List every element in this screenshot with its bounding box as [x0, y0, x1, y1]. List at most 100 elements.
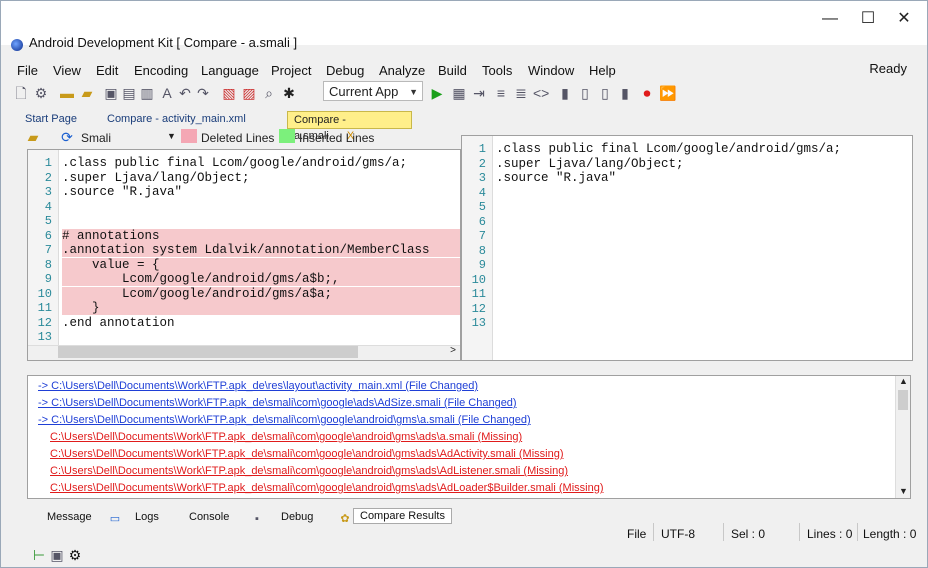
result-line[interactable]: C:\Users\Dell\Documents\Work\FTP.apk_de\…	[50, 448, 564, 460]
left-code-editor[interactable]: 1 2 3 4 5 6 7 8 9 10 11 12 13 .class public final Lc…	[27, 149, 461, 361]
right-code-editor[interactable]: 1 2 3 4 5 6 7 8 9 10 11 12 13 .class public final Lc…	[461, 135, 913, 361]
line-number: 13	[471, 316, 486, 330]
menu-view[interactable]: View	[53, 63, 81, 78]
code-line: Lcom/google/android/gms/a$b;,	[62, 272, 460, 286]
line-number: 13	[37, 330, 52, 344]
line-number: 12	[471, 301, 486, 316]
new-project-icon[interactable]: ⚙	[33, 85, 49, 101]
window-icon[interactable]: ▣	[49, 547, 65, 563]
minimize-icon[interactable]: —	[813, 7, 847, 31]
inserted-lines-swatch	[279, 129, 295, 143]
new-file-icon[interactable]: 🗋	[13, 85, 29, 101]
file-label: File	[627, 527, 647, 541]
menu-tools[interactable]: Tools	[482, 63, 512, 78]
document-tabs: Start Page Compare - activity_main.xml C…	[17, 107, 412, 142]
open-folder-icon[interactable]: ▰	[25, 129, 41, 145]
menu-debug[interactable]: Debug	[326, 63, 364, 78]
copy-icon[interactable]: ▧	[221, 85, 237, 101]
menu-build[interactable]: Build	[438, 63, 467, 78]
vertical-scrollbar[interactable]: ▲ ▼	[895, 376, 910, 498]
record-icon[interactable]: ⏺	[639, 85, 655, 101]
undo-icon[interactable]: ↶	[177, 85, 193, 101]
menu-language[interactable]: Language	[201, 63, 259, 78]
result-line[interactable]: C:\Users\Dell\Documents\Work\FTP.apk_de\…	[50, 465, 568, 477]
result-line[interactable]: -> C:\Users\Dell\Documents\Work\FTP.apk_…	[38, 414, 531, 426]
selection-count: Sel : 0	[731, 527, 766, 541]
line-number: 11	[471, 287, 486, 301]
save-icon[interactable]: ▣	[103, 85, 119, 101]
chevron-down-icon[interactable]: ▼	[167, 131, 176, 141]
scroll-down-icon[interactable]: ▼	[899, 486, 908, 496]
scrollbar-thumb[interactable]	[58, 346, 358, 358]
line-number: 4	[44, 199, 52, 214]
scrollbar-thumb[interactable]	[898, 390, 908, 410]
scroll-up-icon[interactable]: ▲	[899, 376, 908, 386]
redo-icon[interactable]: ↷	[195, 85, 211, 101]
line-number: 6	[478, 214, 486, 229]
inserted-lines-label: Inserted Lines	[299, 131, 375, 145]
settings-icon[interactable]: ✱	[281, 85, 297, 101]
step-over-icon[interactable]: ⇥	[471, 85, 487, 101]
line-number: 10	[37, 286, 52, 301]
bookmark-next-icon[interactable]: ▯	[577, 85, 593, 101]
find-icon[interactable]: ⌕	[261, 85, 277, 101]
close-icon[interactable]: ✕	[887, 7, 921, 31]
code-icon[interactable]: <>	[533, 85, 549, 101]
line-number: 1	[44, 156, 52, 170]
result-line[interactable]: C:\Users\Dell\Documents\Work\FTP.apk_de\…	[50, 482, 604, 494]
language-select[interactable]: Smali	[81, 131, 111, 145]
play-macro-icon[interactable]: ⏩	[659, 85, 676, 101]
menu-project[interactable]: Project	[271, 63, 311, 78]
bookmark-clear-icon[interactable]: ▮	[617, 85, 633, 101]
step-icon[interactable]: ▦	[451, 85, 467, 101]
line-number: 5	[44, 214, 52, 228]
code-line: .source "R.java"	[62, 185, 183, 199]
line-number: 10	[471, 272, 486, 287]
step-out-icon[interactable]: ≣	[513, 85, 529, 101]
code-line: .source "R.java"	[496, 171, 617, 185]
window-title: Android Development Kit [ Compare - a.sm…	[29, 35, 298, 50]
menu-analyze[interactable]: Analyze	[379, 63, 425, 78]
result-line[interactable]: -> C:\Users\Dell\Documents\Work\FTP.apk_…	[38, 397, 517, 409]
app-logo-icon	[11, 39, 23, 51]
menu-encoding[interactable]: Encoding	[134, 63, 188, 78]
gear-icon[interactable]: ⚙	[67, 547, 83, 563]
code-line: .annotation system Ldalvik/annotation/Me…	[62, 243, 460, 257]
menu-file[interactable]: File	[17, 63, 38, 78]
target-app-value: Current App	[329, 84, 399, 99]
compare-results-panel: -> C:\Users\Dell\Documents\Work\FTP.apk_…	[27, 375, 911, 499]
line-number: 9	[478, 258, 486, 272]
result-line[interactable]: -> C:\Users\Dell\Documents\Work\FTP.apk_…	[38, 380, 478, 392]
maximize-icon[interactable]: ☐	[851, 7, 885, 31]
result-line[interactable]: C:\Users\Dell\Documents\Work\FTP.apk_de\…	[50, 431, 522, 443]
line-number: 2	[478, 156, 486, 171]
scroll-right-icon[interactable]: >	[450, 345, 456, 356]
paste-icon[interactable]: ▨	[241, 85, 257, 101]
bookmark-prev-icon[interactable]: ▯	[597, 85, 613, 101]
save-all-icon[interactable]: ▤	[121, 85, 137, 101]
line-number: 3	[44, 185, 52, 199]
menu-help[interactable]: Help	[589, 63, 616, 78]
line-number: 4	[478, 185, 486, 200]
code-line: .class public final Lcom/google/android/…	[62, 156, 408, 170]
menu-edit[interactable]: Edit	[96, 63, 118, 78]
step-into-icon[interactable]: ≡	[493, 85, 509, 101]
line-number: 8	[478, 243, 486, 258]
deleted-lines-swatch	[181, 129, 197, 143]
bookmark-icon[interactable]: ▮	[557, 85, 573, 101]
target-app-combo[interactable]: Current App ▼	[323, 81, 423, 101]
code-line: .super Ljava/lang/Object;	[62, 170, 250, 185]
open-folder-icon[interactable]: ▬	[59, 85, 75, 101]
line-number: 1	[478, 142, 486, 156]
font-icon[interactable]: A	[159, 85, 175, 101]
compare-toolbar: ▰ ⟳ Smali ▼ Deleted Lines Inserted Lines	[21, 125, 461, 147]
tree-icon[interactable]: ⊢	[31, 547, 47, 563]
refresh-icon[interactable]: ⟳	[59, 129, 75, 145]
encoding-value[interactable]: UTF-8	[661, 527, 695, 541]
horizontal-scrollbar[interactable]: >	[28, 345, 460, 360]
open-project-icon[interactable]: ▰	[79, 85, 95, 101]
print-icon[interactable]: ▥	[139, 85, 155, 101]
menu-window[interactable]: Window	[528, 63, 574, 78]
status-divider	[857, 523, 858, 541]
run-icon[interactable]: ▶	[429, 85, 445, 101]
